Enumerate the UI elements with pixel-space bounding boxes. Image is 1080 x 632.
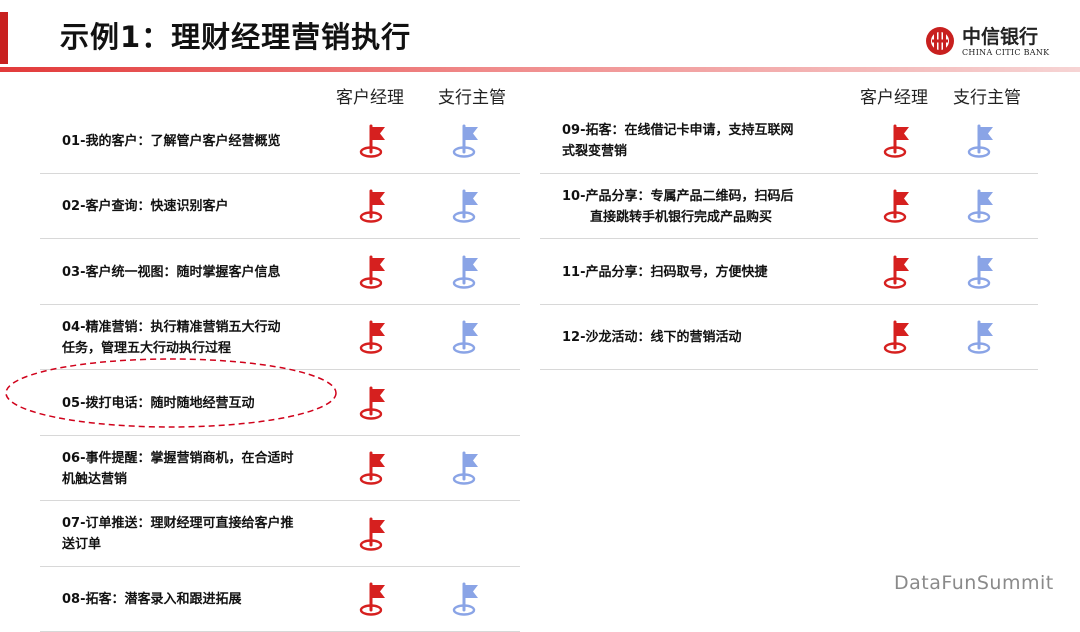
supervisor-flag-icon — [452, 451, 480, 485]
manager-flag-icon — [883, 124, 911, 158]
manager-flag-icon — [359, 582, 387, 616]
table-row: 08-拓客：潜客录入和跟进拓展 — [40, 567, 520, 632]
table-row: 02-客户查询：快速识别客户 — [40, 174, 520, 240]
manager-flag-icon — [359, 189, 387, 223]
bank-logo: 中信银行 CHINA CITIC BANK — [925, 22, 1065, 66]
feature-line: 机触达营销 — [62, 469, 294, 490]
feature-line: 09-拓客：在线借记卡申请，支持互联网 — [562, 120, 794, 141]
supervisor-flag-icon — [452, 189, 480, 223]
feature-line: 10-产品分享：专属产品二维码，扫码后 — [562, 186, 794, 207]
table-row: 05-拨打电话：随时随地经营互动 — [40, 370, 520, 436]
table-row: 03-客户统一视图：随时掌握客户信息 — [40, 239, 520, 305]
right-header-supervisor: 支行主管 — [953, 83, 1021, 108]
left-header-supervisor: 支行主管 — [438, 83, 506, 108]
supervisor-flag-icon — [967, 189, 995, 223]
feature-description: 03-客户统一视图：随时掌握客户信息 — [62, 262, 281, 283]
feature-line: 07-订单推送：理财经理可直接给客户推 — [62, 513, 294, 534]
supervisor-flag-icon — [452, 124, 480, 158]
feature-line: 08-拓客：潜客录入和跟进拓展 — [62, 589, 242, 610]
feature-description: 09-拓客：在线借记卡申请，支持互联网式裂变营销 — [562, 120, 794, 162]
feature-line: 直接跳转手机银行完成产品购买 — [562, 207, 794, 228]
title-accent-bar — [0, 12, 8, 64]
table-row: 07-订单推送：理财经理可直接给客户推送订单 — [40, 501, 520, 567]
table-row: 12-沙龙活动：线下的营销活动 — [540, 305, 1038, 371]
feature-line: 02-客户查询：快速识别客户 — [62, 196, 229, 217]
supervisor-flag-icon — [452, 320, 480, 354]
feature-line: 05-拨打电话：随时随地经营互动 — [62, 393, 255, 414]
feature-line: 06-事件提醒：掌握营销商机，在合适时 — [62, 448, 294, 469]
manager-flag-icon — [359, 517, 387, 551]
feature-description: 12-沙龙活动：线下的营销活动 — [562, 327, 742, 348]
manager-flag-icon — [359, 124, 387, 158]
feature-line: 01-我的客户：了解管户客户经营概览 — [62, 131, 281, 152]
supervisor-flag-icon — [967, 255, 995, 289]
manager-flag-icon — [883, 320, 911, 354]
supervisor-flag-icon — [452, 582, 480, 616]
feature-description: 08-拓客：潜客录入和跟进拓展 — [62, 589, 242, 610]
feature-description: 02-客户查询：快速识别客户 — [62, 196, 229, 217]
supervisor-flag-icon — [452, 255, 480, 289]
supervisor-flag-icon — [967, 124, 995, 158]
manager-flag-icon — [359, 255, 387, 289]
feature-line: 04-精准营销：执行精准营销五大行动 — [62, 317, 281, 338]
manager-flag-icon — [359, 320, 387, 354]
table-row: 09-拓客：在线借记卡申请，支持互联网式裂变营销 — [540, 108, 1038, 174]
citic-bank-logo-icon — [925, 26, 955, 56]
logo-english-name: CHINA CITIC BANK — [962, 48, 1049, 57]
feature-description: 01-我的客户：了解管户客户经营概览 — [62, 131, 281, 152]
table-row: 10-产品分享：专属产品二维码，扫码后直接跳转手机银行完成产品购买 — [540, 174, 1038, 240]
watermark: DataFunSummit — [894, 572, 1054, 594]
feature-line: 12-沙龙活动：线下的营销活动 — [562, 327, 742, 348]
feature-line: 03-客户统一视图：随时掌握客户信息 — [62, 262, 281, 283]
right-header-manager: 客户经理 — [860, 83, 928, 108]
feature-line: 任务，管理五大行动执行过程 — [62, 338, 281, 359]
manager-flag-icon — [883, 189, 911, 223]
left-header-manager: 客户经理 — [336, 83, 404, 108]
header-divider — [0, 67, 1080, 72]
feature-line: 11-产品分享：扫码取号，方便快捷 — [562, 262, 768, 283]
table-row: 04-精准营销：执行精准营销五大行动任务，管理五大行动执行过程 — [40, 305, 520, 371]
table-row: 01-我的客户：了解管户客户经营概览 — [40, 108, 520, 174]
feature-description: 07-订单推送：理财经理可直接给客户推送订单 — [62, 513, 294, 555]
table-row: 11-产品分享：扫码取号，方便快捷 — [540, 239, 1038, 305]
supervisor-flag-icon — [967, 320, 995, 354]
feature-description: 10-产品分享：专属产品二维码，扫码后直接跳转手机银行完成产品购买 — [562, 186, 794, 228]
page-title: 示例1：理财经理营销执行 — [60, 14, 411, 56]
feature-line: 送订单 — [62, 534, 294, 555]
manager-flag-icon — [359, 451, 387, 485]
feature-line: 式裂变营销 — [562, 141, 794, 162]
feature-description: 05-拨打电话：随时随地经营互动 — [62, 393, 255, 414]
feature-description: 11-产品分享：扫码取号，方便快捷 — [562, 262, 768, 283]
manager-flag-icon — [883, 255, 911, 289]
manager-flag-icon — [359, 386, 387, 420]
logo-chinese-name: 中信银行 — [962, 22, 1038, 49]
feature-description: 04-精准营销：执行精准营销五大行动任务，管理五大行动执行过程 — [62, 317, 281, 359]
feature-description: 06-事件提醒：掌握营销商机，在合适时机触达营销 — [62, 448, 294, 490]
table-row: 06-事件提醒：掌握营销商机，在合适时机触达营销 — [40, 436, 520, 502]
